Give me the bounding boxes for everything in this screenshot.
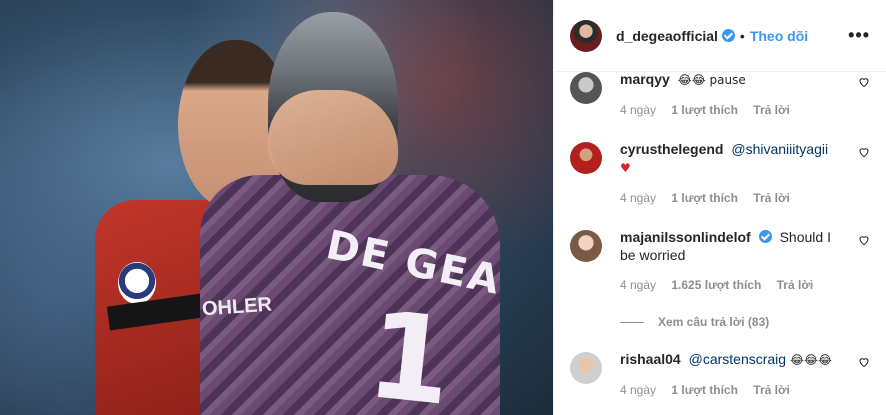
heart-icon[interactable] [858, 146, 870, 158]
comment-meta: 4 ngày 1.625 lượt thích Trả lời [620, 278, 846, 292]
view-replies-label: Xem câu trả lời (83) [658, 315, 770, 329]
reply-button[interactable]: Trả lời [753, 191, 790, 205]
header-username[interactable]: d_degeaofficial [616, 28, 718, 44]
comment-likes[interactable]: 1.625 lượt thích [671, 278, 761, 292]
instagram-post: OHLER DE GEA 1 d_degeaofficial • Theo dõ… [0, 0, 886, 415]
comment-username[interactable]: majanilssonlindelof [620, 229, 751, 245]
verified-icon [758, 230, 772, 243]
comment-likes[interactable]: 1 lượt thích [671, 191, 738, 205]
comment-emoji: 😂😂😂 [789, 353, 833, 367]
comment-item: cyrusthelegend @shivaniiityagii ♥ 4 ngày… [570, 140, 870, 205]
mention-link[interactable]: @shivaniiityagii [731, 141, 828, 157]
comment-content: 😂😂 pause [677, 73, 746, 87]
more-options-icon[interactable]: ••• [848, 25, 870, 46]
avatar[interactable] [570, 19, 602, 52]
divider [620, 321, 644, 323]
comment-username[interactable]: cyrusthelegend [620, 141, 723, 157]
comment-item: majanilssonlindelof Should I be worried … [570, 228, 870, 292]
comment-time[interactable]: 4 ngày [620, 103, 656, 117]
comment-meta: 4 ngày 1 lượt thích Trả lời [620, 191, 846, 205]
avatar[interactable] [570, 230, 602, 262]
reply-button[interactable]: Trả lời [753, 103, 790, 117]
reply-button[interactable]: Trả lời [777, 278, 814, 292]
jersey-sponsor: OHLER [201, 293, 273, 321]
comment-item: marqyy 😂😂 pause 4 ngày 1 lượt thích Trả … [570, 70, 870, 117]
mention-link[interactable]: @carstenscraig [689, 351, 786, 367]
comment-emoji: ♥ [620, 161, 631, 175]
comment-text: rishaal04 @carstenscraig 😂😂😂 [620, 350, 846, 369]
comment-list: marqyy 😂😂 pause 4 ngày 1 lượt thích Trả … [554, 52, 886, 415]
comment-time[interactable]: 4 ngày [620, 191, 656, 205]
league-badge [118, 262, 156, 304]
view-replies-button[interactable]: Xem câu trả lời (83) [620, 315, 769, 329]
comment-text: cyrusthelegend @shivaniiityagii ♥ [620, 140, 846, 177]
avatar[interactable] [570, 72, 602, 104]
comment-body: marqyy 😂😂 pause 4 ngày 1 lượt thích Trả … [620, 70, 870, 117]
follow-button[interactable]: Theo dõi [750, 28, 808, 44]
comment-body: majanilssonlindelof Should I be worried … [620, 228, 870, 292]
comment-body: cyrusthelegend @shivaniiityagii ♥ 4 ngày… [620, 140, 870, 205]
jersey-number: 1 [361, 286, 459, 415]
comment-meta: 4 ngày 1 lượt thích Trả lời [620, 383, 846, 397]
comment-item: rishaal04 @carstenscraig 😂😂😂 4 ngày 1 lư… [570, 350, 870, 397]
verified-icon [721, 29, 735, 42]
heart-icon[interactable] [858, 356, 870, 368]
comment-username[interactable]: marqyy [620, 71, 670, 87]
comment-body: rishaal04 @carstenscraig 😂😂😂 4 ngày 1 lư… [620, 350, 870, 397]
comment-text: marqyy 😂😂 pause [620, 70, 846, 89]
comment-meta: 4 ngày 1 lượt thích Trả lời [620, 103, 846, 117]
post-photo[interactable]: OHLER DE GEA 1 [0, 0, 553, 415]
avatar[interactable] [570, 142, 602, 174]
comment-likes[interactable]: 1 lượt thích [671, 103, 738, 117]
comment-username[interactable]: rishaal04 [620, 351, 681, 367]
heart-icon[interactable] [858, 76, 870, 88]
comment-time[interactable]: 4 ngày [620, 383, 656, 397]
avatar[interactable] [570, 352, 602, 384]
comment-text: majanilssonlindelof Should I be worried [620, 228, 846, 264]
heart-icon[interactable] [858, 234, 870, 246]
separator: • [739, 27, 745, 44]
comment-time[interactable]: 4 ngày [620, 278, 656, 292]
comments-panel: d_degeaofficial • Theo dõi ••• marqyy 😂😂… [553, 0, 886, 415]
comment-likes[interactable]: 1 lượt thích [671, 383, 738, 397]
reply-button[interactable]: Trả lời [753, 383, 790, 397]
